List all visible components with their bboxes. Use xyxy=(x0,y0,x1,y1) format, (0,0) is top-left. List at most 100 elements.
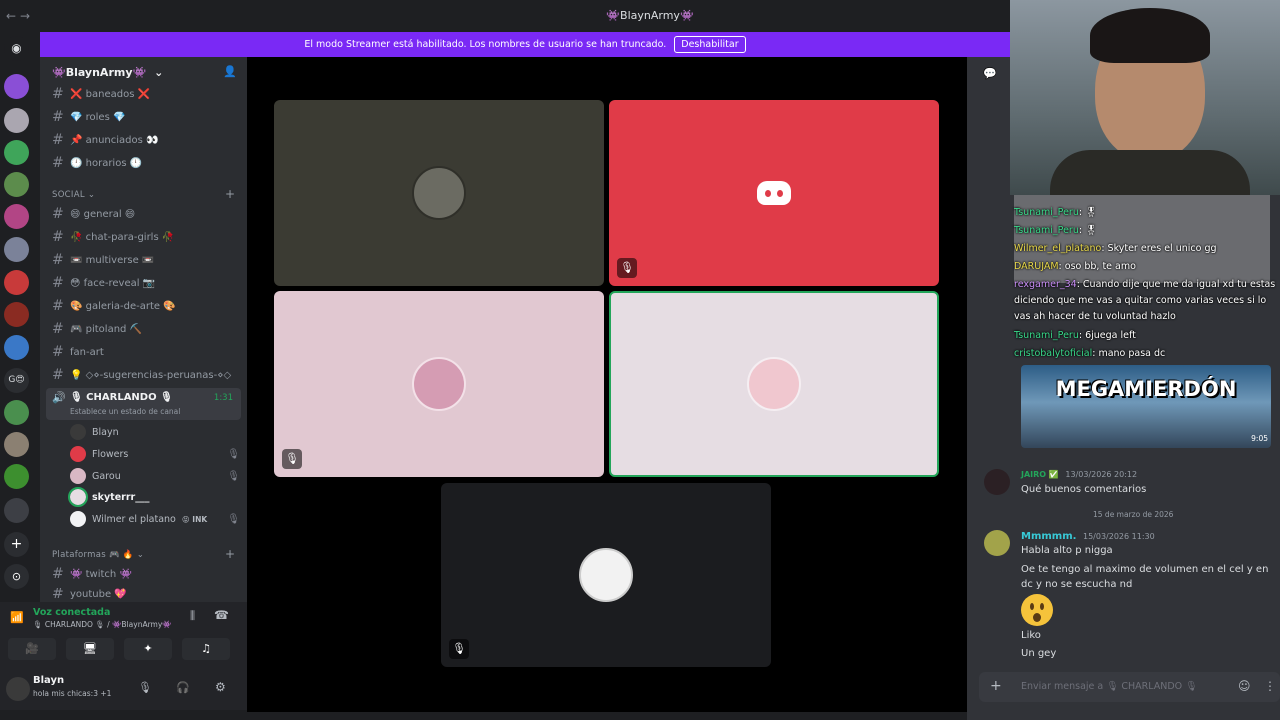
participant-tile-wilmer[interactable]: 🎙 xyxy=(441,483,771,667)
channel-status-hint[interactable]: Establece un estado de canal xyxy=(70,407,180,416)
hash-icon: # xyxy=(52,252,64,268)
message-input[interactable]: Enviar mensaje a 🎙 CHARLANDO 🎙 xyxy=(1021,681,1197,692)
channel-item[interactable]: # 🕛 horarios 🕛 xyxy=(52,154,142,172)
title-bar: ← → 👾BlaynArmy👾 xyxy=(0,0,1010,32)
channel-label: 🥀 chat-para-girls 🥀 xyxy=(70,231,175,243)
voice-connection-panel: 📶 Voz conectada 🎙 CHARLANDO 🎙 / 👾BlaynAr… xyxy=(0,602,247,670)
channel-item[interactable]: # 📌 anunciados 👀 xyxy=(52,131,158,149)
category-label: SOCIAL xyxy=(52,190,85,200)
channel-label: 💡 ◇⋄-sugerencias-peruanas-⋄◇ xyxy=(70,369,232,381)
category-social[interactable]: SOCIAL ⌄ xyxy=(52,190,95,200)
explore-icon[interactable]: ⊙ xyxy=(4,564,29,589)
server-icon[interactable] xyxy=(4,74,29,99)
message-author[interactable]: Mmmmm. xyxy=(1021,531,1076,542)
mic-muted-icon: 🎙 xyxy=(282,449,302,469)
message-text: Habla alto p nigga xyxy=(1021,545,1113,556)
channel-item[interactable]: # 🎮 pitoland ⛏️ xyxy=(52,320,142,338)
server-icon[interactable]: G😍 xyxy=(4,368,29,393)
emoji-icon[interactable]: ☺ xyxy=(1238,679,1251,693)
activities-button[interactable]: ✦ xyxy=(124,638,172,660)
channel-item[interactable]: # 🥀 chat-para-girls 🥀 xyxy=(52,228,174,246)
channel-label: 📼 multiverse 📼 xyxy=(70,254,155,266)
channel-label: 👾 twitch 👾 xyxy=(70,568,132,580)
channel-label: 🎮 pitoland ⛏️ xyxy=(70,323,143,335)
server-icon[interactable] xyxy=(4,432,29,457)
channel-item[interactable]: # 💎 roles 💎 xyxy=(52,108,125,126)
hash-icon: # xyxy=(52,367,64,383)
stream-chat-line: rexgamer_34: Cuando dije que me da igual… xyxy=(1014,279,1276,322)
voice-channel-active[interactable]: 🔊 🎙 CHARLANDO 🎙 1:31 Establece un estado… xyxy=(46,388,241,420)
server-icon[interactable] xyxy=(4,270,29,295)
voice-user[interactable]: Blayn xyxy=(70,423,240,441)
add-channel-icon[interactable]: + xyxy=(225,547,235,561)
channel-item[interactable]: # 👾 twitch 👾 xyxy=(52,565,132,583)
surprised-emoji-icon xyxy=(1021,594,1053,626)
user-panel: Blayn hola mis chicas:3 +1 🎙 🎧 ⚙ xyxy=(0,670,247,710)
avatar[interactable] xyxy=(984,530,1010,556)
avatar[interactable] xyxy=(984,469,1010,495)
discord-home-icon[interactable]: ◉ xyxy=(4,36,29,61)
message-author[interactable]: JAIRO ✅ xyxy=(1021,470,1059,479)
avatar[interactable] xyxy=(6,677,30,701)
server-icon[interactable] xyxy=(4,204,29,229)
participant-tile-garou[interactable]: 🎙 xyxy=(274,291,604,477)
server-icon[interactable] xyxy=(4,464,29,489)
mic-muted-icon: 🎙 xyxy=(227,470,240,482)
voice-user[interactable]: Garou 🎙 xyxy=(70,467,240,485)
stream-chat-line: DARUJAM: oso bb, te amo xyxy=(1014,261,1136,272)
signal-icon[interactable]: 📶 xyxy=(10,611,24,624)
participant-tile-blayn[interactable] xyxy=(274,100,604,286)
headphones-icon[interactable]: 🎧 xyxy=(176,681,190,694)
user-name: Blayn xyxy=(33,675,65,686)
channel-item[interactable]: # 😳 face-reveal 📷 xyxy=(52,274,155,292)
disconnect-icon[interactable]: ☎ xyxy=(214,608,229,622)
voice-user[interactable]: skyterrr___ xyxy=(68,487,240,507)
server-icon[interactable] xyxy=(4,335,29,360)
voice-location[interactable]: 🎙 CHARLANDO 🎙 / 👾BlaynArmy👾 xyxy=(33,620,172,629)
server-icon[interactable] xyxy=(4,108,29,133)
avatar xyxy=(412,166,466,220)
message-time: 13/03/2026 20:12 xyxy=(1065,470,1138,479)
hash-icon: # xyxy=(52,132,64,148)
voice-user-name: Garou xyxy=(92,470,121,482)
webcam-overlay xyxy=(1010,0,1280,195)
channel-item[interactable]: # youtube 💖 xyxy=(52,588,127,600)
microphone-icon[interactable]: 🎙 xyxy=(138,681,152,694)
server-icon[interactable] xyxy=(4,237,29,262)
disable-streamer-button[interactable]: Deshabilitar xyxy=(674,36,746,53)
camera-off-button[interactable]: 🎥 xyxy=(8,638,56,660)
channel-label: 😄 general 😄 xyxy=(70,208,136,220)
add-channel-icon[interactable]: + xyxy=(225,187,235,201)
share-screen-button[interactable]: 🖥 xyxy=(66,638,114,660)
voice-user[interactable]: Wilmer el platano 😝 INK 🎙 xyxy=(70,510,240,528)
discord-logo-icon xyxy=(757,181,791,205)
server-icon[interactable] xyxy=(4,172,29,197)
server-icon[interactable] xyxy=(4,400,29,425)
server-icon[interactable] xyxy=(4,498,29,523)
message-composer[interactable]: + Enviar mensaje a 🎙 CHARLANDO 🎙 ☺ ⋮ xyxy=(979,672,1280,702)
voice-user[interactable]: Flowers 🎙 xyxy=(70,445,240,463)
noise-suppression-icon[interactable]: ⫼ xyxy=(190,609,195,623)
add-member-icon[interactable]: 👤 xyxy=(223,65,237,78)
server-icon[interactable] xyxy=(4,140,29,165)
participant-tile-flowers[interactable]: 🎙 xyxy=(609,100,939,286)
message-time: 15/03/2026 11:30 xyxy=(1082,532,1155,541)
user-badge: 😝 INK xyxy=(181,514,208,524)
participant-tile-skyterrr[interactable] xyxy=(609,291,939,477)
channel-item[interactable]: # 😄 general 😄 xyxy=(52,205,135,223)
channel-item[interactable]: # ❌ baneados ❌ xyxy=(52,85,150,103)
voice-user-name: Flowers xyxy=(92,448,129,460)
video-embed[interactable]: MEGAMIERDÓN 9:05 xyxy=(1021,365,1271,448)
category-plataformas[interactable]: Plataformas 🎮 🔥 ⌄ xyxy=(52,550,144,560)
apps-icon[interactable]: ⋮ xyxy=(1264,679,1276,693)
add-attachment-icon[interactable]: + xyxy=(990,678,1002,694)
chat-bubble-icon[interactable]: 💬 xyxy=(983,67,997,80)
server-icon[interactable] xyxy=(4,302,29,327)
soundboard-button[interactable]: ♫ xyxy=(182,638,230,660)
channel-item[interactable]: # 📼 multiverse 📼 xyxy=(52,251,154,269)
add-server-icon[interactable]: + xyxy=(4,532,29,557)
channel-item[interactable]: # 💡 ◇⋄-sugerencias-peruanas-⋄◇ xyxy=(52,366,231,384)
channel-item[interactable]: # fan-art xyxy=(52,343,104,361)
channel-item[interactable]: # 🎨 galeria-de-arte 🎨 xyxy=(52,297,176,315)
gear-icon[interactable]: ⚙ xyxy=(215,680,226,694)
